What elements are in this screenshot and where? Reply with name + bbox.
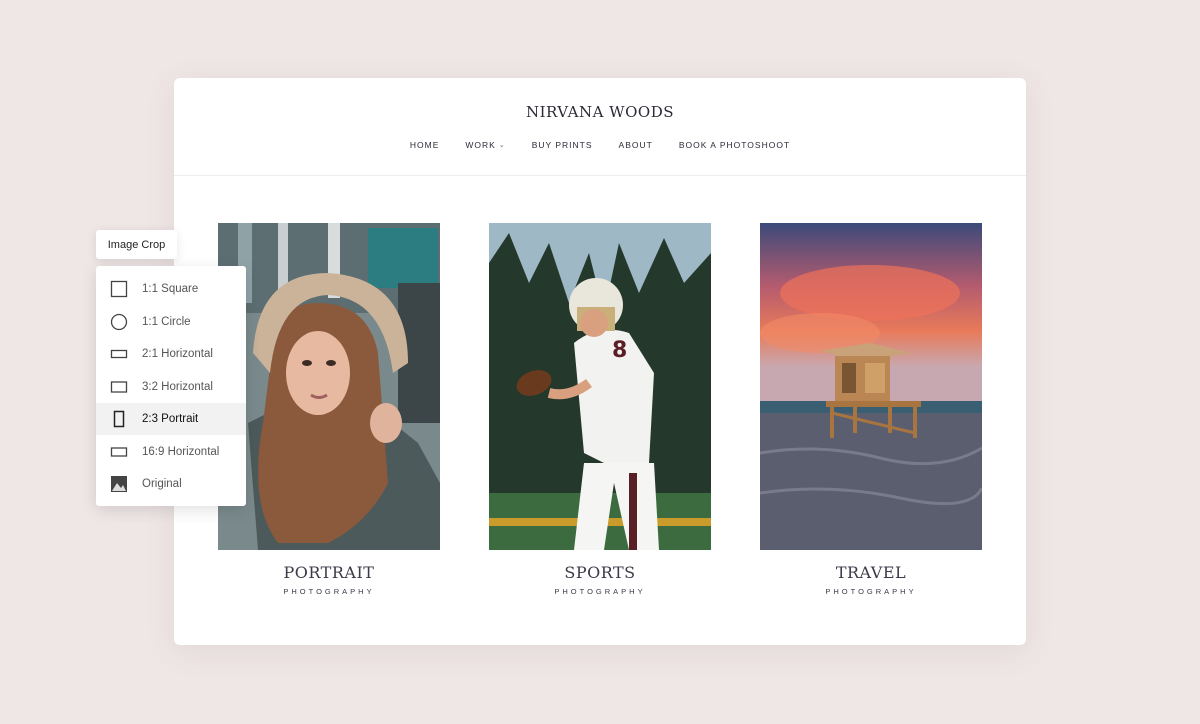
website-preview-card: NIRVANA WOODS HOME WORK ⌄ BUY PRINTS ABOU… xyxy=(174,78,1026,645)
nav-home-label: HOME xyxy=(409,140,440,150)
main-nav: HOME WORK ⌄ BUY PRINTS ABOUT BOOK A PHOTO… xyxy=(174,140,1026,150)
image-icon xyxy=(96,468,142,500)
nav-buy-prints-label: BUY PRINTS xyxy=(531,140,593,150)
circle-icon xyxy=(96,306,142,338)
svg-text:8: 8 xyxy=(612,338,627,363)
crop-option-label: 2:3 Portrait xyxy=(142,413,199,425)
crop-option-original[interactable]: Original xyxy=(96,468,246,500)
gallery-tile-sports[interactable]: 8 SPORTS PHOTOGRAPHY xyxy=(489,223,711,596)
horizontal-2-1-icon xyxy=(96,338,142,370)
sports-photo[interactable]: 8 xyxy=(489,223,711,550)
tile-subtitle-sports: PHOTOGRAPHY xyxy=(554,587,646,596)
crop-option-horizontal-3-2[interactable]: 3:2 Horizontal xyxy=(96,371,246,403)
tile-subtitle-portrait: PHOTOGRAPHY xyxy=(283,587,375,596)
crop-option-horizontal-2-1[interactable]: 2:1 Horizontal xyxy=(96,338,246,370)
crop-option-label: Original xyxy=(142,478,182,490)
tile-title-sports: SPORTS xyxy=(564,563,636,582)
tile-title-travel: TRAVEL xyxy=(835,563,907,582)
crop-option-horizontal-16-9[interactable]: 16:9 Horizontal xyxy=(96,436,246,468)
portrait-photo[interactable] xyxy=(218,223,440,550)
nav-buy-prints[interactable]: BUY PRINTS xyxy=(532,140,593,150)
crop-option-label: 1:1 Circle xyxy=(142,316,191,328)
crop-option-label: 1:1 Square xyxy=(142,283,199,295)
site-header: NIRVANA WOODS HOME WORK ⌄ BUY PRINTS ABOU… xyxy=(174,78,1026,176)
portrait-2-3-icon xyxy=(96,403,142,435)
nav-work[interactable]: WORK ⌄ xyxy=(465,140,505,150)
crop-option-circle[interactable]: 1:1 Circle xyxy=(96,306,246,338)
chevron-down-icon: ⌄ xyxy=(498,142,506,149)
crop-option-portrait-2-3[interactable]: 2:3 Portrait xyxy=(96,403,246,435)
horizontal-16-9-icon xyxy=(96,436,142,468)
crop-option-label: 3:2 Horizontal xyxy=(142,381,213,393)
gallery-tile-portrait[interactable]: PORTRAIT PHOTOGRAPHY xyxy=(218,223,440,596)
gallery-tile-travel[interactable]: TRAVEL PHOTOGRAPHY xyxy=(760,223,982,596)
nav-book-photoshoot-label: BOOK A PHOTOSHOOT xyxy=(678,140,791,150)
horizontal-3-2-icon xyxy=(96,371,142,403)
nav-work-label: WORK xyxy=(465,140,496,150)
nav-book-photoshoot[interactable]: BOOK A PHOTOSHOOT xyxy=(679,140,790,150)
tile-title-portrait: PORTRAIT xyxy=(283,563,375,582)
nav-about-label: ABOUT xyxy=(618,140,653,150)
square-icon xyxy=(96,273,142,305)
site-title[interactable]: NIRVANA WOODS xyxy=(174,103,1026,121)
image-crop-label: Image Crop xyxy=(96,230,177,259)
image-crop-menu: 1:1 Square 1:1 Circle 2:1 Horizontal 3:2… xyxy=(96,266,246,506)
travel-photo[interactable] xyxy=(760,223,982,550)
crop-option-square[interactable]: 1:1 Square xyxy=(96,273,246,305)
crop-option-label: 16:9 Horizontal xyxy=(142,446,220,458)
nav-about[interactable]: ABOUT xyxy=(619,140,653,150)
nav-home[interactable]: HOME xyxy=(410,140,440,150)
crop-option-label: 2:1 Horizontal xyxy=(142,348,213,360)
tile-subtitle-travel: PHOTOGRAPHY xyxy=(825,587,917,596)
